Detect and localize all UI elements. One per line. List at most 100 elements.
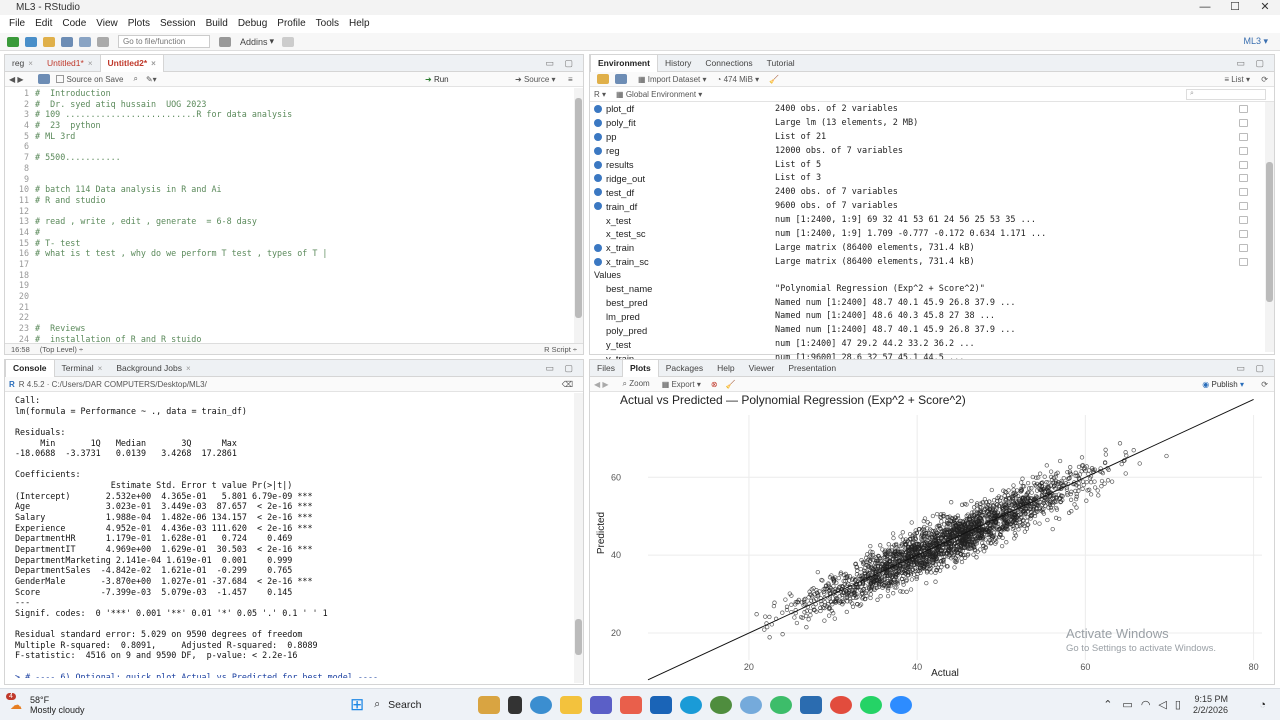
code-line[interactable]: 3 # 109 ..........................R for d… bbox=[5, 109, 577, 120]
photos-app-icon[interactable] bbox=[478, 695, 501, 714]
scope-level[interactable]: (Top Level) ÷ bbox=[40, 345, 83, 354]
new-project-icon[interactable] bbox=[25, 36, 37, 47]
code-line[interactable]: 2 # Dr. syed atiq hussain UOG 2023 bbox=[5, 99, 577, 110]
chrome-alt-app-icon[interactable] bbox=[710, 695, 733, 714]
code-line[interactable]: 21 bbox=[5, 302, 577, 313]
view-data-icon[interactable] bbox=[1239, 160, 1248, 169]
values-section-header[interactable]: Values bbox=[590, 268, 1262, 282]
console-scrollbar[interactable] bbox=[574, 393, 583, 683]
close-icon[interactable]: ✕ bbox=[1250, 0, 1280, 15]
code-line[interactable]: 13 # read , write , edit , generate = 6-8… bbox=[5, 216, 577, 227]
minimize-icon[interactable]: — bbox=[1190, 0, 1220, 15]
maximize-icon[interactable]: ☐ bbox=[1220, 0, 1250, 15]
addins-menu[interactable]: Addins bbox=[240, 37, 268, 47]
network-icon[interactable]: ▭ bbox=[1122, 698, 1132, 711]
store-app-icon[interactable] bbox=[650, 695, 673, 714]
refresh-icon[interactable]: ⟳ bbox=[1261, 75, 1268, 84]
whatsapp-app-icon[interactable] bbox=[860, 695, 883, 714]
expand-icon[interactable] bbox=[594, 243, 602, 252]
view-data-icon[interactable] bbox=[1239, 216, 1248, 225]
goto-file-input[interactable]: Go to file/function bbox=[118, 35, 210, 48]
tab-console[interactable]: Console bbox=[5, 359, 55, 377]
expand-icon[interactable] bbox=[594, 257, 602, 266]
import-dataset-button[interactable]: ▦ Import Dataset ▾ bbox=[638, 75, 707, 84]
env-row[interactable]: poly_fit Large lm (13 elements, 2 MB) bbox=[590, 116, 1262, 130]
open-workspace-icon[interactable] bbox=[597, 74, 609, 84]
broom-icon[interactable]: 🧹 bbox=[726, 380, 736, 389]
code-line[interactable]: 7 # 5500........... bbox=[5, 152, 577, 163]
vscode-app-icon[interactable] bbox=[800, 695, 823, 714]
view-data-icon[interactable] bbox=[1239, 202, 1248, 211]
teams-app-icon[interactable] bbox=[590, 695, 613, 714]
code-line[interactable]: 15 # T- test bbox=[5, 238, 577, 249]
expand-icon[interactable] bbox=[594, 118, 602, 127]
tab-presentation[interactable]: Presentation bbox=[781, 360, 843, 377]
wifi-icon[interactable]: ◠ bbox=[1141, 698, 1151, 711]
battery-icon[interactable]: ▯ bbox=[1175, 698, 1181, 711]
pane-window-controls[interactable]: ▭ ▢ bbox=[545, 363, 577, 374]
view-data-icon[interactable] bbox=[1239, 229, 1248, 238]
remove-plot-icon[interactable]: ⊗ bbox=[711, 380, 718, 389]
rstudio-app-icon[interactable] bbox=[740, 695, 763, 714]
menu-edit[interactable]: Edit bbox=[30, 18, 57, 29]
code-line[interactable]: 22 bbox=[5, 312, 577, 323]
tab-help[interactable]: Help bbox=[710, 360, 741, 377]
grid-layout-icon[interactable] bbox=[219, 36, 231, 47]
clear-console-icon[interactable]: ⌫ bbox=[562, 380, 573, 389]
env-row[interactable]: best_name "Polynomial Regression (Exp^2 +… bbox=[590, 282, 1262, 296]
console-output[interactable]: Call: lm(formula = Performance ~ ., data … bbox=[5, 393, 577, 678]
code-line[interactable]: 5 # ML 3rd bbox=[5, 131, 577, 142]
expand-icon[interactable] bbox=[594, 160, 602, 169]
close-icon[interactable]: × bbox=[151, 59, 156, 68]
tab-reg[interactable]: reg × bbox=[5, 55, 40, 72]
menu-help[interactable]: Help bbox=[344, 18, 375, 29]
copilot-app-icon[interactable] bbox=[620, 695, 643, 714]
project-menu[interactable]: ML3 ▾ bbox=[1243, 36, 1268, 47]
tab-environment[interactable]: Environment bbox=[590, 54, 658, 72]
source-on-save-checkbox[interactable] bbox=[55, 75, 64, 83]
tab-viewer[interactable]: Viewer bbox=[742, 360, 782, 377]
code-line[interactable]: 12 bbox=[5, 206, 577, 217]
code-line[interactable]: 1 # Introduction bbox=[5, 88, 577, 99]
tab-terminal[interactable]: Terminal × bbox=[55, 360, 110, 377]
env-row[interactable]: reg 12000 obs. of 7 variables bbox=[590, 144, 1262, 158]
code-line[interactable]: 8 bbox=[5, 163, 577, 174]
code-editor[interactable]: 1 # Introduction 2 # Dr. syed atiq hussain … bbox=[5, 88, 577, 363]
chrome-app-icon[interactable] bbox=[530, 695, 553, 714]
wand-icon[interactable]: ✎▾ bbox=[146, 75, 157, 84]
env-row[interactable]: train_df 9600 obs. of 7 variables bbox=[590, 199, 1262, 213]
taskbar-search[interactable]: ⌕ Search bbox=[374, 698, 474, 711]
view-data-icon[interactable] bbox=[1239, 146, 1248, 155]
tab-history[interactable]: History bbox=[658, 55, 698, 72]
env-row[interactable]: poly_pred Named num [1:2400] 48.7 40.1 45… bbox=[590, 323, 1262, 337]
pane-window-controls[interactable]: ▭ ▢ bbox=[1236, 363, 1268, 374]
tab-tutorial[interactable]: Tutorial bbox=[760, 55, 802, 72]
code-line[interactable]: 14 # bbox=[5, 227, 577, 238]
chrome-profile-icon[interactable] bbox=[830, 695, 853, 714]
env-row[interactable]: plot_df 2400 obs. of 2 variables bbox=[590, 102, 1262, 116]
view-data-icon[interactable] bbox=[1239, 243, 1248, 252]
view-data-icon[interactable] bbox=[1239, 118, 1248, 127]
env-search-input[interactable]: ⌕ bbox=[1186, 88, 1266, 100]
tab-untitled1[interactable]: Untitled1* × bbox=[40, 55, 100, 72]
env-row[interactable]: x_test_sc num [1:2400, 1:9] 1.709 -0.777 … bbox=[590, 227, 1262, 241]
open-file-icon[interactable] bbox=[43, 36, 55, 47]
vpn-app-icon[interactable] bbox=[770, 695, 793, 714]
code-line[interactable]: 10 # batch 114 Data analysis in R and Ai bbox=[5, 184, 577, 195]
env-row[interactable]: results List of 5 bbox=[590, 158, 1262, 172]
zoom-app-icon[interactable] bbox=[890, 695, 913, 714]
menu-tools[interactable]: Tools bbox=[311, 18, 344, 29]
code-line[interactable]: 11 # R and studio bbox=[5, 195, 577, 206]
search-icon[interactable]: ⌕ bbox=[133, 74, 137, 84]
save-all-icon[interactable] bbox=[79, 36, 91, 47]
pane-window-controls[interactable]: ▭ ▢ bbox=[1236, 58, 1268, 69]
code-line[interactable]: 20 bbox=[5, 291, 577, 302]
env-row[interactable]: x_test num [1:2400, 1:9] 69 32 41 53 61 2… bbox=[590, 213, 1262, 227]
tab-plots[interactable]: Plots bbox=[621, 359, 659, 377]
menu-code[interactable]: Code bbox=[57, 18, 91, 29]
terminal-app-icon[interactable] bbox=[508, 695, 523, 714]
menu-file[interactable]: File bbox=[4, 18, 30, 29]
menu-plots[interactable]: Plots bbox=[123, 18, 155, 29]
save-icon[interactable] bbox=[37, 74, 50, 84]
env-scrollbar[interactable] bbox=[1265, 102, 1274, 352]
